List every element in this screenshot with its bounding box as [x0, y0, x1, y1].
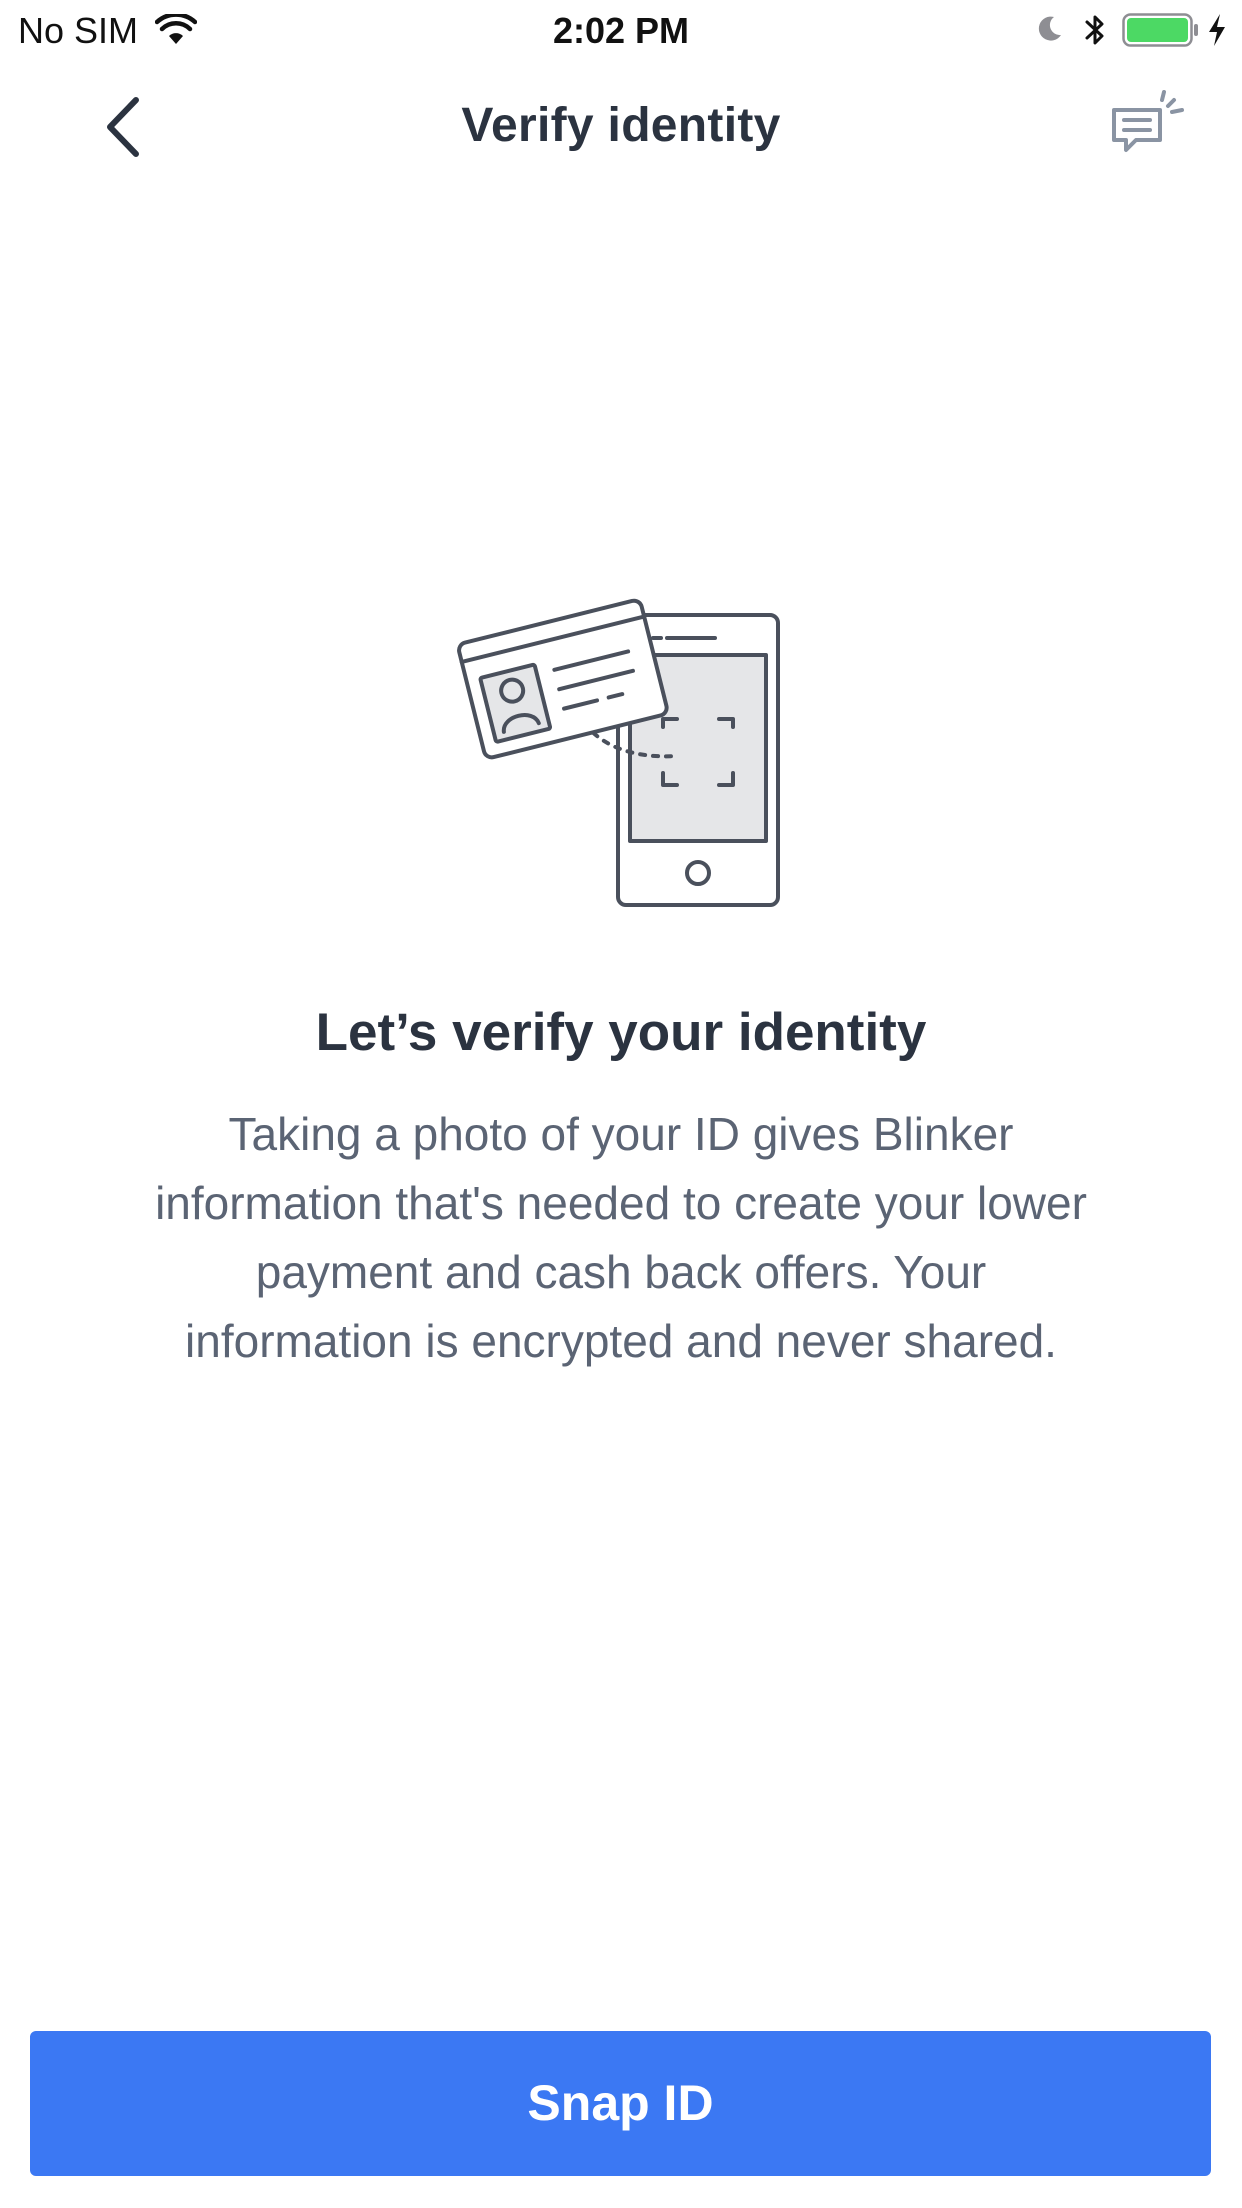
snap-id-button[interactable]: Snap ID [30, 2031, 1211, 2176]
page-title: Verify identity [461, 99, 781, 152]
charging-bolt-icon [1209, 14, 1225, 46]
id-card-phone-scan-icon [457, 598, 780, 907]
status-bar: No SIM 2:02 PM [0, 0, 1242, 62]
chat-bubble-icon [1112, 90, 1184, 152]
navigation-bar: Verify identity [0, 62, 1242, 192]
bluetooth-icon [1085, 15, 1104, 45]
battery-icon [1122, 13, 1198, 47]
moon-icon [1038, 16, 1061, 41]
chat-button[interactable] [1110, 88, 1188, 166]
content-description: Taking a photo of your ID gives Blinker … [155, 1108, 1087, 1367]
content-heading: Let’s verify your identity [315, 1003, 927, 1062]
